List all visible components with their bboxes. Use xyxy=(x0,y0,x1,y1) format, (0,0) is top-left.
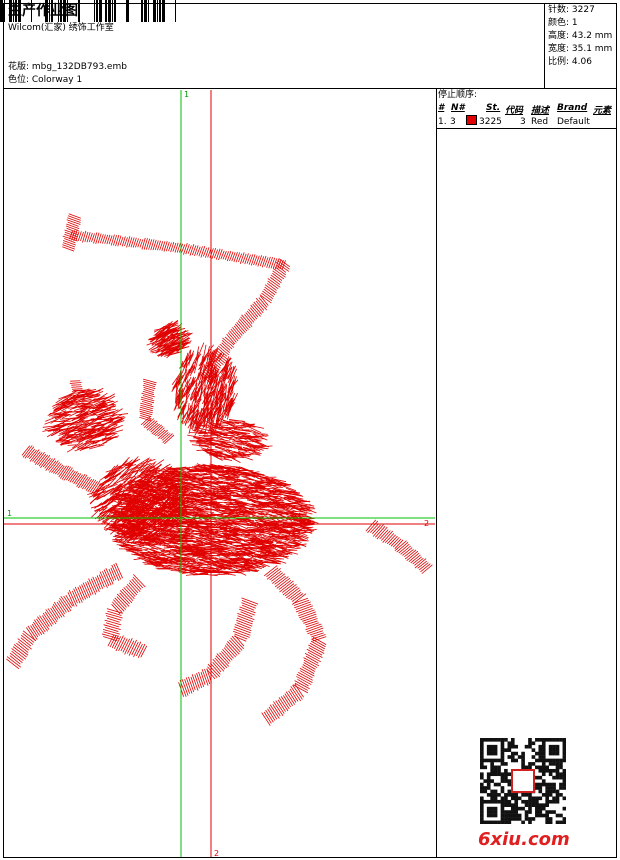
guide-label-green-left: 1 xyxy=(7,509,12,518)
guide-label-red-bottom: 2 xyxy=(214,849,219,858)
embroidery-preview: 1 2 1 2 xyxy=(4,90,435,858)
guide-label-green-top: 1 xyxy=(184,90,189,99)
watermark-logo: 6xiu.com xyxy=(478,829,570,850)
stitch-artwork xyxy=(6,213,433,726)
qr-code-icon xyxy=(480,738,566,824)
guide-label-red-right: 2 xyxy=(424,519,429,528)
